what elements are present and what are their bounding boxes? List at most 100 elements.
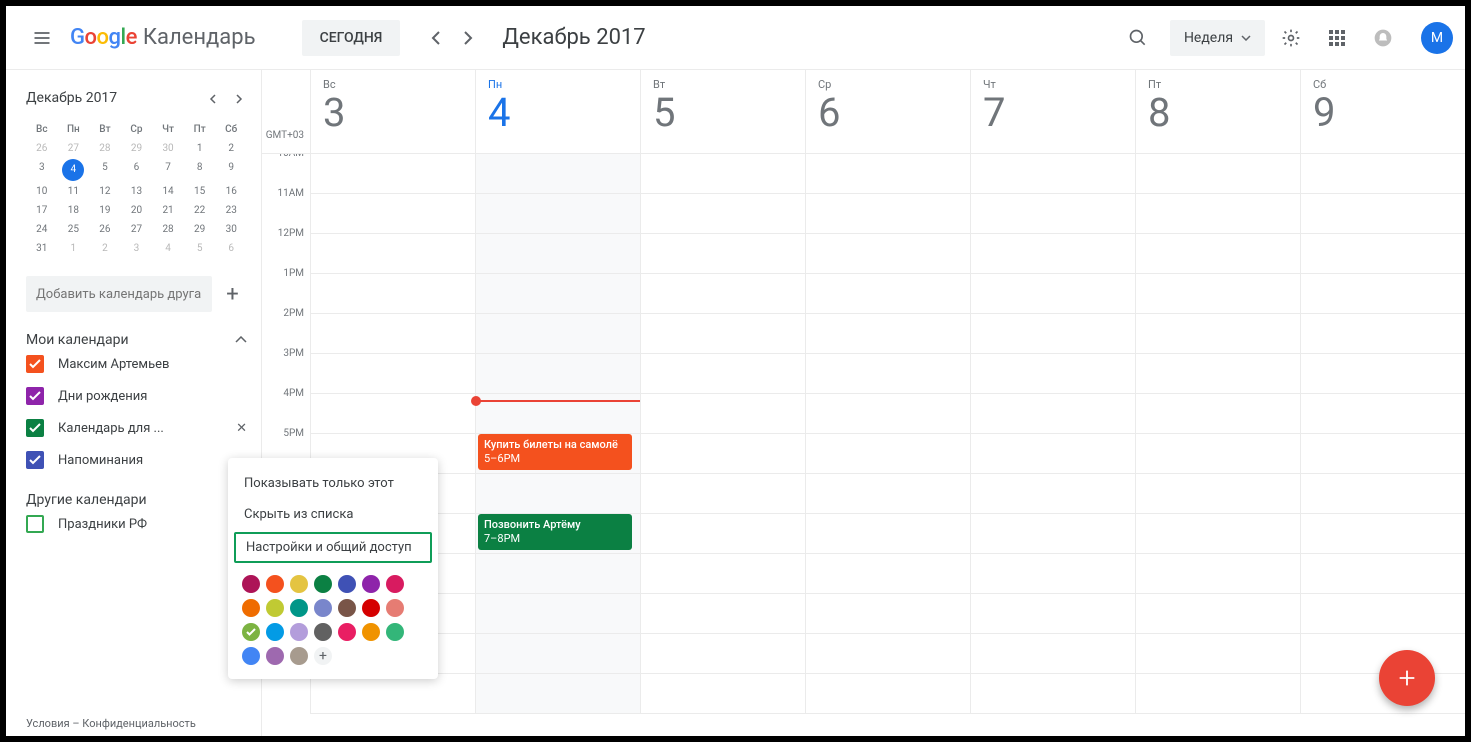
color-swatch[interactable] (242, 575, 260, 593)
mini-day[interactable]: 5 (184, 239, 216, 258)
mini-day[interactable]: 18 (58, 201, 90, 220)
color-swatch[interactable] (386, 599, 404, 617)
color-swatch[interactable] (338, 575, 356, 593)
mini-day[interactable]: 28 (152, 220, 184, 239)
color-swatch[interactable] (386, 623, 404, 641)
mini-day[interactable]: 14 (152, 182, 184, 201)
prev-period-button[interactable] (420, 22, 452, 54)
calendar-event[interactable]: Купить билеты на самолё5–6PM (478, 434, 632, 470)
mini-day[interactable]: 7 (152, 158, 184, 182)
day-column[interactable] (1300, 154, 1465, 714)
today-button[interactable]: СЕГОДНЯ (302, 20, 401, 56)
mini-day[interactable]: 17 (26, 201, 58, 220)
other-calendars-header[interactable]: Другие календари (26, 492, 247, 508)
day-header[interactable]: Пт8 (1135, 70, 1300, 153)
mini-day[interactable]: 27 (58, 139, 90, 158)
mini-day[interactable]: 28 (89, 139, 121, 158)
color-swatch[interactable] (290, 575, 308, 593)
color-swatch[interactable] (314, 599, 332, 617)
add-calendar-input[interactable] (26, 276, 212, 312)
mini-next-button[interactable] (231, 85, 247, 112)
footer-links[interactable]: Условия – Конфиденциальность (26, 711, 247, 736)
mini-day[interactable]: 13 (121, 182, 153, 201)
mini-day[interactable]: 1 (184, 139, 216, 158)
color-swatch[interactable] (242, 599, 260, 617)
mini-day[interactable]: 15 (184, 182, 216, 201)
mini-day[interactable]: 22 (184, 201, 216, 220)
color-swatch[interactable] (314, 575, 332, 593)
color-swatch[interactable] (242, 623, 260, 641)
view-selector[interactable]: Неделя (1170, 20, 1265, 56)
mini-day[interactable]: 10 (26, 182, 58, 201)
color-swatch[interactable] (266, 647, 284, 665)
next-period-button[interactable] (452, 22, 484, 54)
calendar-checkbox[interactable] (26, 515, 44, 533)
mini-day[interactable]: 9 (215, 158, 247, 182)
day-column[interactable] (640, 154, 805, 714)
color-swatch[interactable] (266, 575, 284, 593)
mini-day[interactable]: 20 (121, 201, 153, 220)
menu-item[interactable]: Настройки и общий доступ (234, 532, 432, 563)
mini-day[interactable]: 23 (215, 201, 247, 220)
menu-item[interactable]: Показывать только этот (228, 468, 438, 499)
calendar-item[interactable]: Дни рождения (26, 380, 247, 412)
calendar-item[interactable]: Календарь для ...✕ (26, 412, 247, 444)
day-header[interactable]: Сб9 (1300, 70, 1465, 153)
mini-prev-button[interactable] (205, 85, 221, 112)
mini-day[interactable]: 30 (152, 139, 184, 158)
color-swatch[interactable] (266, 623, 284, 641)
mini-day[interactable]: 27 (121, 220, 153, 239)
day-column[interactable] (1135, 154, 1300, 714)
day-header[interactable]: Ср6 (805, 70, 970, 153)
calendar-item[interactable]: Напоминания (26, 444, 247, 476)
mini-day[interactable]: 6 (121, 158, 153, 182)
close-icon[interactable]: ✕ (236, 421, 247, 436)
calendar-item[interactable]: Праздники РФ (26, 508, 247, 540)
mini-day[interactable]: 4 (62, 159, 84, 181)
add-calendar-button[interactable]: + (218, 276, 247, 312)
account-avatar[interactable]: М (1421, 22, 1453, 54)
day-header[interactable]: Пн4 (475, 70, 640, 153)
mini-day[interactable]: 19 (89, 201, 121, 220)
mini-day[interactable]: 3 (121, 239, 153, 258)
mini-day[interactable]: 8 (184, 158, 216, 182)
day-header[interactable]: Вт5 (640, 70, 805, 153)
color-swatch[interactable] (386, 575, 404, 593)
mini-day[interactable]: 16 (215, 182, 247, 201)
color-swatch[interactable] (266, 599, 284, 617)
mini-day[interactable]: 4 (152, 239, 184, 258)
mini-day[interactable]: 29 (184, 220, 216, 239)
mini-calendar[interactable]: ВсПнВтСрЧтПтСб26272829301234567891011121… (26, 120, 247, 258)
color-swatch[interactable] (290, 623, 308, 641)
day-column[interactable] (805, 154, 970, 714)
calendar-checkbox[interactable] (26, 355, 44, 373)
calendar-item[interactable]: Максим Артемьев (26, 348, 247, 380)
day-header[interactable]: Чт7 (970, 70, 1135, 153)
color-swatch[interactable] (290, 599, 308, 617)
mini-day[interactable]: 6 (215, 239, 247, 258)
color-swatch[interactable] (362, 599, 380, 617)
day-column[interactable]: Купить билеты на самолё5–6PMПозвонить Ар… (475, 154, 640, 714)
search-icon[interactable] (1118, 18, 1158, 58)
mini-day[interactable]: 5 (89, 158, 121, 182)
day-header[interactable]: Вс3 (310, 70, 475, 153)
color-swatch[interactable] (314, 623, 332, 641)
notifications-icon[interactable] (1363, 18, 1403, 58)
mini-day[interactable]: 2 (89, 239, 121, 258)
mini-day[interactable]: 30 (215, 220, 247, 239)
calendar-checkbox[interactable] (26, 451, 44, 469)
color-swatch[interactable] (338, 599, 356, 617)
mini-day[interactable]: 2 (215, 139, 247, 158)
color-swatch[interactable] (362, 575, 380, 593)
mini-day[interactable]: 31 (26, 239, 58, 258)
mini-day[interactable]: 26 (89, 220, 121, 239)
mini-day[interactable]: 24 (26, 220, 58, 239)
mini-day[interactable]: 11 (58, 182, 90, 201)
color-swatch[interactable] (338, 623, 356, 641)
my-calendars-header[interactable]: Мои календари (26, 332, 247, 348)
apps-icon[interactable] (1317, 18, 1357, 58)
mini-day[interactable]: 25 (58, 220, 90, 239)
add-color-button[interactable]: + (314, 647, 332, 665)
day-column[interactable] (970, 154, 1135, 714)
color-swatch[interactable] (362, 623, 380, 641)
